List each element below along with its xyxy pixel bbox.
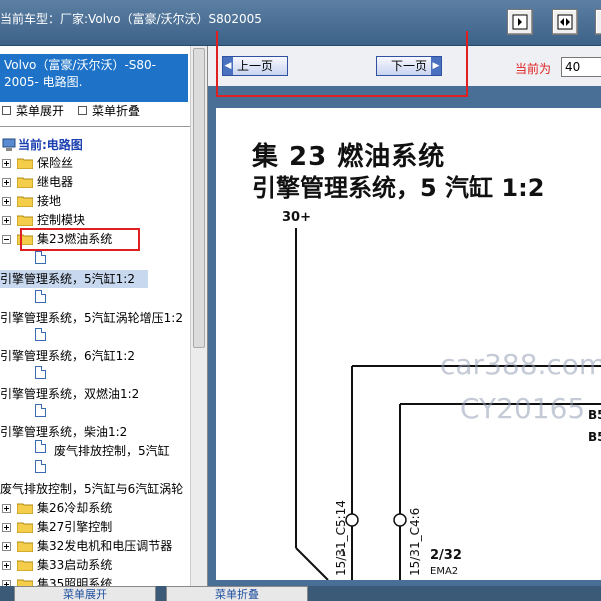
tree-item-label: 集32发电机和电压调节器 <box>37 539 173 553</box>
folder-icon <box>17 177 33 188</box>
current-page-label: 当前为 <box>515 62 552 76</box>
terminal-30-label: 30+ <box>282 210 311 225</box>
tree-item-alternator[interactable]: 集32发电机和电压调节器 <box>2 537 190 555</box>
document-icon <box>35 366 46 379</box>
expand-toggle-icon[interactable] <box>2 159 11 168</box>
page-number-input[interactable]: 40 <box>561 57 601 77</box>
folder-icon <box>17 560 33 571</box>
computer-icon <box>2 138 16 151</box>
tree-item-label: 集35照明系统 <box>37 577 113 586</box>
tree-current-label: 当前:电路图 <box>18 138 83 152</box>
folder-icon <box>17 579 33 586</box>
fit-width-button[interactable] <box>552 9 578 35</box>
left-scrollbar[interactable] <box>190 46 207 586</box>
tree-view: 当前:电路图 保险丝 继电器 接地 控制模块 集23燃油系统 引擎管理系统，5汽… <box>0 128 195 586</box>
tree-doc-label: 引擎管理系统，6汽缸1:2 <box>0 349 135 363</box>
page-navigation: ◀ 上一页 下一页 ▶ 当前为 40 <box>208 31 601 97</box>
tree-item-label: 集27引擎控制 <box>37 520 113 534</box>
tree-item-ground[interactable]: 接地 <box>2 192 182 210</box>
tree-item-control-module[interactable]: 控制模块 <box>2 211 182 229</box>
menu-collapse-link[interactable]: 菜单折叠 <box>92 102 140 119</box>
fuse-232-label: 2/32 <box>430 548 462 563</box>
ema2-label: EMA2 <box>430 566 459 577</box>
tree-doc-label: 废气排放控制，5汽缸 <box>54 444 170 458</box>
tree-item-label: 集33启动系统 <box>37 558 113 572</box>
highlight-box <box>216 31 468 97</box>
watermark-text: car388.com <box>440 348 601 381</box>
collapse-icon <box>78 106 87 115</box>
expand-toggle-icon[interactable] <box>2 178 11 187</box>
tree-doc-label: 引擎管理系统，柴油1:2 <box>0 425 128 439</box>
tree-item-label: 接地 <box>37 194 62 208</box>
b5-label-2: B5 <box>588 430 601 444</box>
tree-item-engine-control[interactable]: 集27引擎控制 <box>2 518 182 536</box>
bottom-expand-button[interactable]: 菜单展开 <box>14 586 156 601</box>
expand-toggle-icon[interactable] <box>2 542 11 551</box>
document-icon <box>35 251 46 264</box>
tree-item-starting[interactable]: 集33启动系统 <box>2 556 182 574</box>
connector-c514-label: 15/31_C5:14 <box>334 500 348 576</box>
bottom-bar: 菜单展开 菜单折叠 <box>0 586 601 601</box>
pin-1-label: 1 <box>340 548 347 559</box>
expand-toggle-icon[interactable] <box>2 504 11 513</box>
expand-toggle-icon[interactable] <box>2 197 11 206</box>
left-panel: Volvo（富豪/沃尔沃）-S80-2005- 电路图. 菜单展开 菜单折叠 当… <box>0 46 208 586</box>
tree-doc-label: 引擎管理系统，5汽缸涡轮增压1:2 <box>0 311 183 325</box>
tree-item-label: 继电器 <box>37 175 74 189</box>
document-icon <box>35 290 46 303</box>
tree-item-label: 保险丝 <box>37 156 74 170</box>
folder-icon <box>17 196 33 207</box>
scrollbar-thumb[interactable] <box>193 48 205 348</box>
fit-width-icon <box>557 14 573 30</box>
divider <box>0 126 190 127</box>
window-title: 当前车型：厂家:Volvo（富豪/沃尔沃）S802005 <box>0 12 262 26</box>
expand-icon <box>2 106 11 115</box>
expand-toggle-icon[interactable] <box>2 561 11 570</box>
collapse-toggle-icon[interactable] <box>2 235 11 244</box>
tree-item-label: 控制模块 <box>37 213 86 227</box>
folder-icon <box>17 541 33 552</box>
expand-toggle-icon[interactable] <box>2 523 11 532</box>
document-icon <box>35 440 46 453</box>
folder-icon <box>17 215 33 226</box>
tree-item-lighting[interactable]: 集35照明系统 <box>2 575 182 586</box>
tree-doc-label: 引擎管理系统，5汽缸1:2 <box>0 272 135 286</box>
document-icon <box>35 328 46 341</box>
folder-icon <box>17 522 33 533</box>
connector-c46-label: 15/31_C4:6 <box>408 507 422 576</box>
extra-button[interactable] <box>595 9 601 35</box>
highlight-box <box>20 228 140 251</box>
folder-icon <box>17 158 33 169</box>
tree-item-fuse[interactable]: 保险丝 <box>2 154 182 172</box>
b5-label: B5 <box>588 408 601 422</box>
menu-row: 菜单展开 菜单折叠 <box>2 102 190 120</box>
bottom-collapse-button[interactable]: 菜单折叠 <box>166 586 308 601</box>
tree-doc-label: 废气排放控制，5汽缸与6汽缸涡轮 <box>0 482 184 496</box>
tree-item-relay[interactable]: 继电器 <box>2 173 182 191</box>
document-icon <box>35 404 46 417</box>
diagram-viewer[interactable]: 集 23 燃油系统 引擎管理系统，5 汽缸 1:2 30+ 15/31_C5:1… <box>216 108 601 580</box>
viewer-panel: ◀ 上一页 下一页 ▶ 当前为 40 集 23 燃油系统 引擎管理系统，5 汽缸… <box>208 31 601 586</box>
folder-icon <box>17 503 33 514</box>
document-icon <box>35 460 46 473</box>
fit-page-button[interactable] <box>507 9 533 35</box>
watermark-text-2: CY20165 <box>460 392 586 425</box>
tree-item-label: 集26冷却系统 <box>37 501 113 515</box>
tree-doc-engine-5cyl[interactable]: 引擎管理系统，5汽缸1:2 <box>0 270 148 288</box>
menu-expand-link[interactable]: 菜单展开 <box>16 102 64 119</box>
expand-toggle-icon[interactable] <box>2 216 11 225</box>
tree-doc-label: 引擎管理系统，双燃油1:2 <box>0 387 140 401</box>
vehicle-header: Volvo（富豪/沃尔沃）-S80-2005- 电路图. <box>0 54 188 102</box>
tree-item-cooling[interactable]: 集26冷却系统 <box>2 499 182 517</box>
fit-page-icon <box>512 14 528 30</box>
